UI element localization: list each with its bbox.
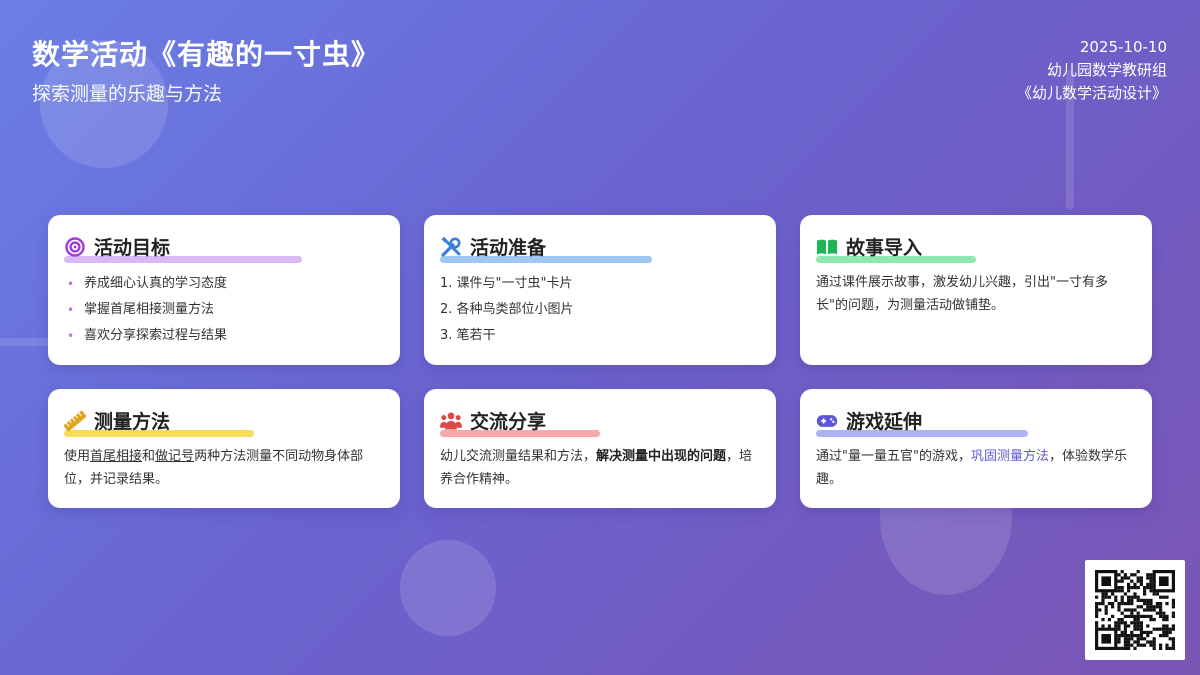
card-title: 活动目标 xyxy=(94,237,171,259)
people-icon xyxy=(440,410,462,432)
list-item: 养成细心认真的学习态度 xyxy=(64,271,384,297)
target-icon xyxy=(64,236,86,258)
slide: 数学活动《有趣的一寸虫》 探索测量的乐趣与方法 2025-10-10 幼儿园数学… xyxy=(0,0,1200,675)
card-preparation: 活动准备 1. 课件与"一寸虫"卡片 2. 各种鸟类部位小图片 3. 笔若干 xyxy=(424,215,776,365)
card-story: 故事导入 通过课件展示故事，激发幼儿兴趣，引出"一寸有多长"的问题，为测量活动做… xyxy=(800,215,1152,365)
book-icon xyxy=(816,236,838,258)
card-goals: 活动目标 养成细心认真的学习态度 掌握首尾相接测量方法 喜欢分享探索过程与结果 xyxy=(48,215,400,365)
organization: 幼儿园数学教研组 xyxy=(1046,61,1167,79)
underlined-term: 做记号 xyxy=(155,449,195,464)
card-game: 游戏延伸 通过"量一量五官"的游戏，巩固测量方法，体验数学乐趣。 xyxy=(800,389,1152,508)
text-run: 通过"量一量五官"的游戏， xyxy=(816,449,971,464)
card-text: 通过课件展示故事，激发幼儿兴趣，引出"一寸有多长"的问题，为测量活动做铺垫。 xyxy=(816,275,1108,313)
page-title: 数学活动《有趣的一寸虫》 xyxy=(32,38,381,71)
card-title: 活动准备 xyxy=(470,237,547,259)
list-item: 掌握首尾相接测量方法 xyxy=(64,297,384,323)
decor-circle xyxy=(400,540,496,636)
card-title: 测量方法 xyxy=(94,411,171,433)
decor-line xyxy=(0,338,50,346)
meta-info: 2025-10-10 幼儿园数学教研组 《幼儿数学活动设计》 xyxy=(1017,36,1167,105)
list-item: 1. 课件与"一寸虫"卡片 xyxy=(440,276,573,291)
highlighted-term: 巩固测量方法 xyxy=(970,449,1049,464)
ruler-icon xyxy=(64,410,86,432)
list-item: 3. 笔若干 xyxy=(440,328,496,343)
date: 2025-10-10 xyxy=(1079,38,1167,56)
bold-term: 解决测量中出现的问题 xyxy=(596,449,727,464)
text-run: 使用 xyxy=(64,449,91,464)
page-subtitle: 探索测量的乐趣与方法 xyxy=(32,83,223,105)
tools-icon xyxy=(440,236,462,258)
goal-list: 养成细心认真的学习态度 掌握首尾相接测量方法 喜欢分享探索过程与结果 xyxy=(64,271,384,349)
prep-list: 1. 课件与"一寸虫"卡片 2. 各种鸟类部位小图片 3. 笔若干 xyxy=(440,271,760,349)
card-text: 使用首尾相接和做记号两种方法测量不同动物身体部位，并记录结果。 xyxy=(64,445,384,491)
card-text: 幼儿交流测量结果和方法，解决测量中出现的问题，培养合作精神。 xyxy=(440,445,760,491)
qr-code-icon xyxy=(1085,560,1185,660)
text-run: 幼儿交流测量结果和方法， xyxy=(440,449,597,464)
source-book: 《幼儿数学活动设计》 xyxy=(1016,84,1167,102)
card-title: 交流分享 xyxy=(470,411,547,433)
text-run: 和 xyxy=(142,449,156,464)
card-share: 交流分享 幼儿交流测量结果和方法，解决测量中出现的问题，培养合作精神。 xyxy=(424,389,776,508)
card-method: 测量方法 使用首尾相接和做记号两种方法测量不同动物身体部位，并记录结果。 xyxy=(48,389,400,508)
card-text: 通过"量一量五官"的游戏，巩固测量方法，体验数学乐趣。 xyxy=(816,445,1136,491)
list-item: 喜欢分享探索过程与结果 xyxy=(64,323,384,349)
underlined-term: 首尾相接 xyxy=(90,449,143,464)
card-title: 游戏延伸 xyxy=(846,411,923,433)
gamepad-icon xyxy=(816,410,838,432)
card-title: 故事导入 xyxy=(846,237,923,259)
list-item: 2. 各种鸟类部位小图片 xyxy=(440,302,574,317)
